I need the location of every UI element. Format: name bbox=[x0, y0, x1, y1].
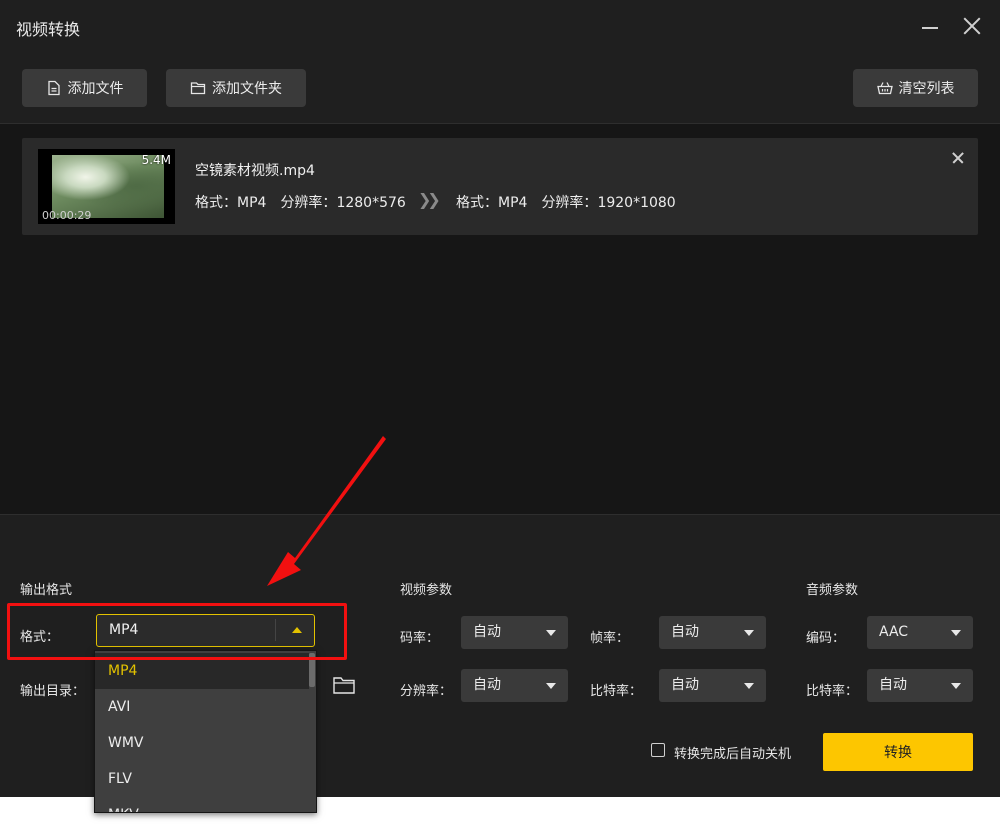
format-select[interactable]: MP4 bbox=[96, 614, 315, 647]
target-meta: 格式：MP4 分辨率：1920*1080 bbox=[456, 192, 676, 212]
video-bitrate-value: 自动 bbox=[473, 624, 501, 640]
close-window-button[interactable] bbox=[962, 16, 982, 36]
video-bit-rate-label: 比特率： bbox=[590, 684, 643, 699]
caret-down-icon bbox=[951, 683, 961, 689]
auto-shutdown-label: 转换完成后自动关机 bbox=[674, 747, 792, 762]
file-icon bbox=[47, 80, 60, 96]
dropdown-scrollbar[interactable] bbox=[309, 653, 315, 687]
add-folder-button[interactable]: 添加文件夹 bbox=[166, 69, 306, 107]
dropdown-option-wmv[interactable]: WMV bbox=[95, 725, 309, 761]
auto-shutdown-checkbox[interactable] bbox=[651, 743, 665, 757]
video-bitrate-select[interactable]: 自动 bbox=[461, 616, 568, 649]
caret-down-icon bbox=[951, 630, 961, 636]
bitrate-label: 码率： bbox=[400, 631, 440, 646]
video-resolution-value: 自动 bbox=[473, 677, 501, 693]
audio-params-title: 音频参数 bbox=[806, 583, 859, 598]
target-resolution-label: 分辨率： bbox=[541, 195, 598, 211]
convert-button[interactable]: 转换 bbox=[823, 733, 973, 771]
open-folder-icon[interactable] bbox=[333, 676, 355, 694]
audio-codec-value: AAC bbox=[879, 624, 909, 640]
double-chevron-right-icon: ❯❯ bbox=[418, 190, 441, 209]
file-list-item[interactable]: 5.4M 00:00:29 空镜素材视频.mp4 格式：MP4 分辨率：1280*… bbox=[22, 138, 978, 235]
source-resolution-label: 分辨率： bbox=[280, 195, 337, 211]
caret-down-icon bbox=[744, 630, 754, 636]
remove-file-button[interactable] bbox=[950, 150, 966, 166]
format-label: 格式： bbox=[20, 630, 60, 645]
target-format: MP4 bbox=[498, 195, 528, 211]
video-bit-rate-value: 自动 bbox=[671, 677, 699, 693]
caret-up-icon bbox=[292, 627, 302, 633]
folder-icon bbox=[190, 82, 206, 95]
framerate-label: 帧率： bbox=[590, 631, 630, 646]
video-thumbnail[interactable]: 5.4M 00:00:29 bbox=[38, 149, 175, 224]
dropdown-option-mkv[interactable]: MKV bbox=[95, 797, 309, 812]
file-name: 空镜素材视频.mp4 bbox=[195, 163, 315, 179]
convert-button-label: 转换 bbox=[884, 745, 912, 761]
output-dir-label: 输出目录： bbox=[20, 684, 86, 699]
file-size: 5.4M bbox=[141, 153, 171, 167]
audio-codec-label: 编码： bbox=[806, 631, 846, 646]
dropdown-option-mp4[interactable]: MP4 bbox=[95, 653, 309, 689]
dropdown-option-avi[interactable]: AVI bbox=[95, 689, 309, 725]
framerate-select[interactable]: 自动 bbox=[659, 616, 766, 649]
audio-bitrate-label: 比特率： bbox=[806, 684, 859, 699]
caret-down-icon bbox=[744, 683, 754, 689]
source-meta: 格式：MP4 分辨率：1280*576 bbox=[195, 192, 406, 212]
clear-list-label: 清空列表 bbox=[898, 81, 955, 97]
video-duration: 00:00:29 bbox=[42, 209, 92, 222]
target-format-label: 格式： bbox=[456, 195, 498, 211]
framerate-value: 自动 bbox=[671, 624, 699, 640]
target-resolution: 1920*1080 bbox=[597, 195, 676, 211]
source-resolution: 1280*576 bbox=[336, 195, 406, 211]
source-format-label: 格式： bbox=[195, 195, 237, 211]
source-format: MP4 bbox=[237, 195, 267, 211]
toolbar: 添加文件 添加文件夹 清空列表 bbox=[0, 53, 1000, 124]
video-resolution-label: 分辨率： bbox=[400, 684, 453, 699]
caret-down-icon bbox=[546, 630, 556, 636]
window-title: 视频转换 bbox=[16, 20, 81, 39]
video-params-title: 视频参数 bbox=[400, 583, 453, 598]
audio-codec-select[interactable]: AAC bbox=[867, 616, 973, 649]
dropdown-option-flv[interactable]: FLV bbox=[95, 761, 309, 797]
add-file-button[interactable]: 添加文件 bbox=[22, 69, 147, 107]
select-divider bbox=[275, 619, 276, 641]
format-dropdown: MP4 AVI WMV FLV MKV bbox=[94, 650, 317, 813]
video-resolution-select[interactable]: 自动 bbox=[461, 669, 568, 702]
file-list: 5.4M 00:00:29 空镜素材视频.mp4 格式：MP4 分辨率：1280*… bbox=[0, 124, 1000, 514]
output-format-title: 输出格式 bbox=[20, 583, 73, 598]
caret-down-icon bbox=[546, 683, 556, 689]
minimize-button[interactable] bbox=[920, 16, 940, 36]
video-bit-rate-select[interactable]: 自动 bbox=[659, 669, 766, 702]
add-folder-label: 添加文件夹 bbox=[212, 81, 282, 97]
add-file-label: 添加文件 bbox=[67, 81, 124, 97]
title-bar: 视频转换 bbox=[0, 0, 1000, 53]
format-select-value: MP4 bbox=[109, 622, 139, 638]
clear-list-button[interactable]: 清空列表 bbox=[853, 69, 978, 107]
audio-bitrate-select[interactable]: 自动 bbox=[867, 669, 973, 702]
audio-bitrate-value: 自动 bbox=[879, 677, 907, 693]
basket-icon bbox=[876, 82, 893, 95]
